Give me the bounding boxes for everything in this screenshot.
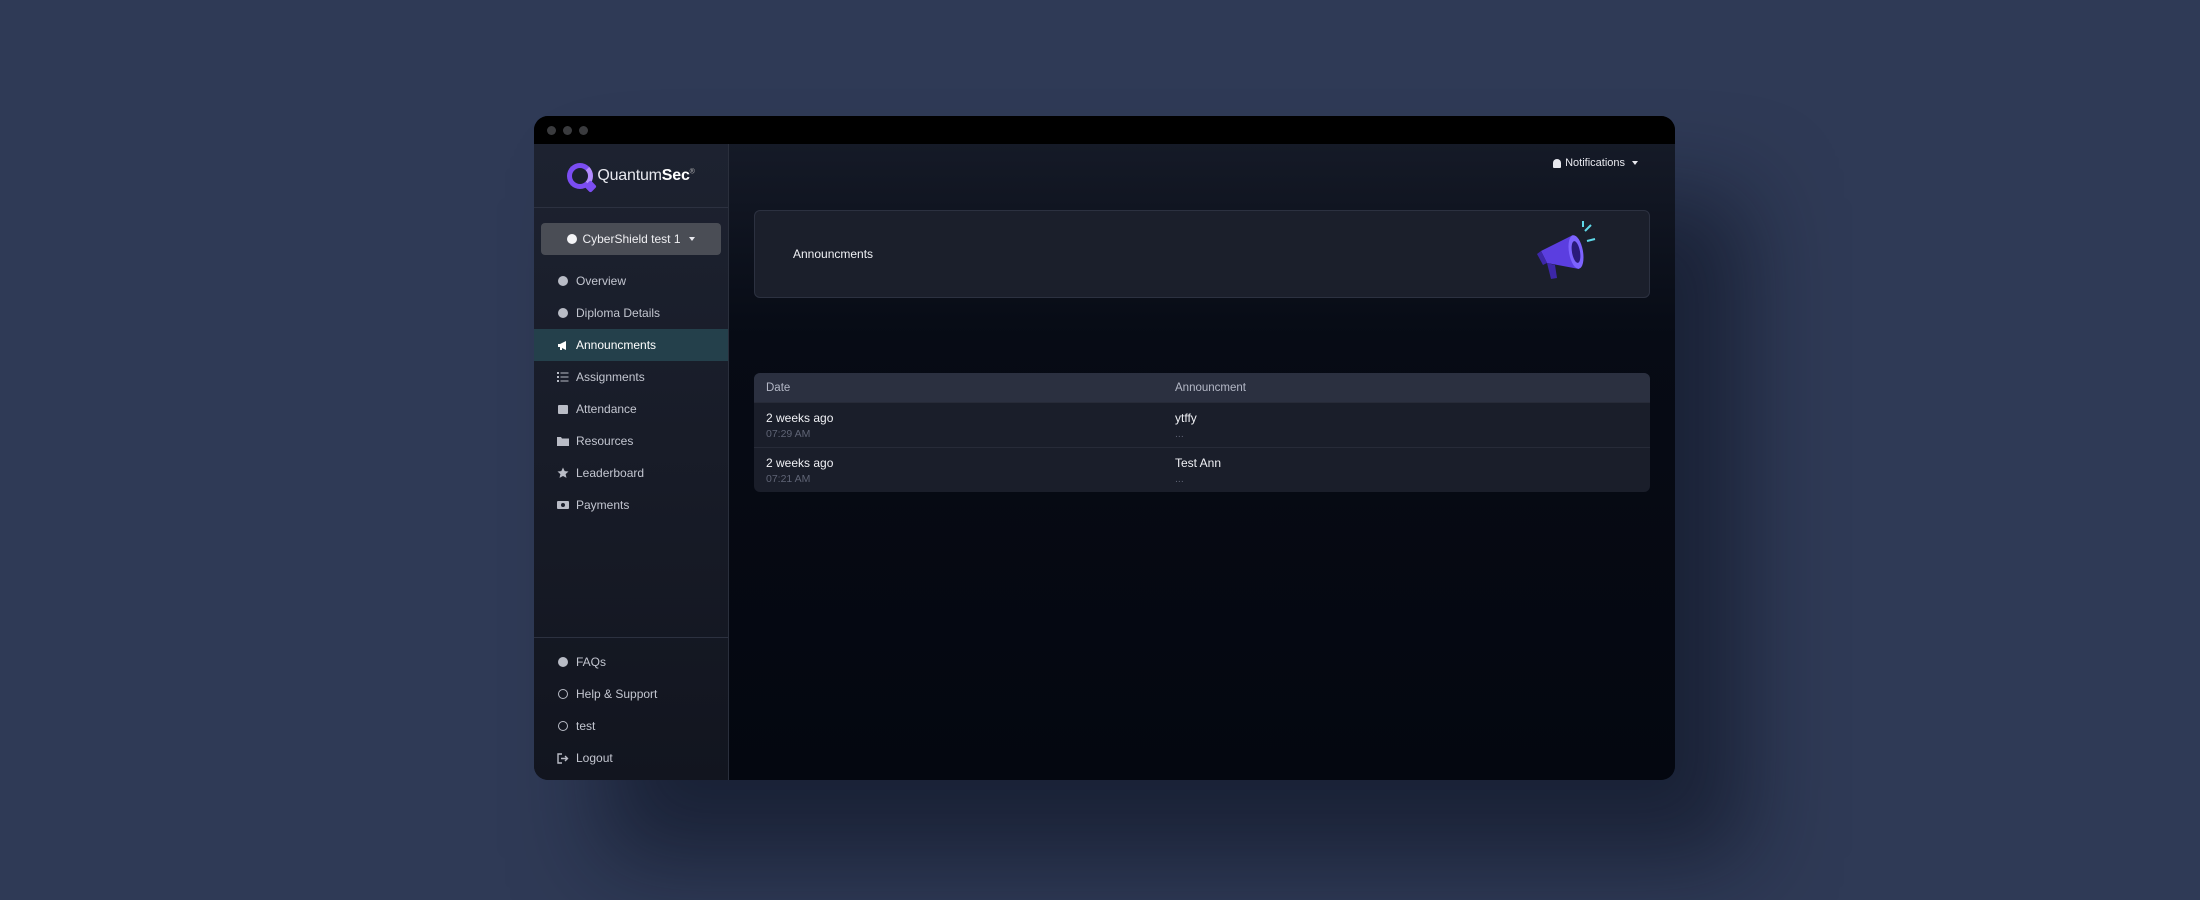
date-cell: 2 weeks ago 07:21 AM bbox=[754, 456, 1175, 485]
table-row[interactable]: 2 weeks ago 07:29 AM ytffy ... bbox=[754, 402, 1650, 447]
page-banner: Announcments bbox=[754, 210, 1650, 298]
sidebar: QuantumSec® CyberShield test 1 Overview … bbox=[534, 144, 729, 780]
column-header-date[interactable]: Date bbox=[754, 382, 1175, 394]
page-title: Announcments bbox=[793, 247, 874, 261]
announcment-title: Test Ann bbox=[1175, 455, 1222, 470]
sidebar-item-announcments[interactable]: Announcments bbox=[534, 329, 728, 361]
sidebar-item-label: Assignments bbox=[576, 370, 645, 384]
sidebar-item-logout[interactable]: Logout bbox=[534, 742, 728, 774]
sidebar-item-label: Diploma Details bbox=[576, 306, 661, 320]
sidebar-item-label: Payments bbox=[576, 498, 630, 512]
sidebar-item-help-support[interactable]: Help & Support bbox=[534, 678, 728, 710]
money-icon bbox=[557, 499, 569, 511]
window-close-dot[interactable] bbox=[547, 125, 556, 135]
column-header-announcment[interactable]: Announcment bbox=[1175, 382, 1650, 394]
table-header: Date Announcment bbox=[754, 373, 1650, 402]
sidebar-item-overview[interactable]: Overview bbox=[534, 265, 728, 297]
user-circle-icon bbox=[557, 720, 569, 732]
announcment-cell: ytffy ... bbox=[1175, 411, 1650, 440]
notifications-dropdown[interactable]: Notifications bbox=[1553, 157, 1638, 169]
sidebar-item-assignments[interactable]: Assignments bbox=[534, 361, 728, 393]
chevron-down-icon bbox=[1632, 161, 1638, 165]
folder-icon bbox=[557, 435, 569, 447]
logout-icon bbox=[557, 752, 569, 764]
window-maximize-dot[interactable] bbox=[579, 125, 588, 135]
sidebar-bottom-nav: FAQs Help & Support test Logout bbox=[534, 637, 728, 780]
star-icon bbox=[557, 467, 569, 479]
chevron-down-icon bbox=[688, 237, 695, 241]
sidebar-item-label: test bbox=[576, 719, 596, 733]
announcment-cell: Test Ann ... bbox=[1175, 456, 1650, 485]
course-selector-dropdown[interactable]: CyberShield test 1 bbox=[541, 223, 721, 255]
gauge-icon bbox=[557, 275, 569, 287]
sidebar-item-payments[interactable]: Payments bbox=[534, 489, 728, 521]
bell-icon bbox=[1553, 158, 1562, 168]
announcment-title: ytffy bbox=[1175, 410, 1197, 425]
megaphone-illustration bbox=[1537, 221, 1596, 279]
course-selector-label: CyberShield test 1 bbox=[582, 232, 681, 246]
sidebar-item-label: Attendance bbox=[576, 402, 637, 416]
list-icon bbox=[557, 371, 569, 383]
time: 07:21 AM bbox=[766, 472, 811, 485]
sidebar-item-resources[interactable]: Resources bbox=[534, 425, 728, 457]
headset-icon bbox=[557, 688, 569, 700]
sidebar-item-attendance[interactable]: Attendance bbox=[534, 393, 728, 425]
sidebar-item-label: Logout bbox=[576, 751, 613, 765]
window-minimize-dot[interactable] bbox=[563, 125, 572, 135]
sidebar-item-diploma-details[interactable]: Diploma Details bbox=[534, 297, 728, 329]
quantumsec-logo-icon bbox=[567, 162, 594, 189]
notifications-label: Notifications bbox=[1565, 157, 1625, 169]
sidebar-item-label: Resources bbox=[576, 434, 634, 448]
sidebar-item-label: Help & Support bbox=[576, 687, 658, 701]
sidebar-item-label: Overview bbox=[576, 274, 627, 288]
logo-text: QuantumSec® bbox=[597, 166, 695, 184]
info-icon bbox=[557, 307, 569, 319]
relative-date: 2 weeks ago bbox=[766, 410, 834, 425]
sidebar-item-faqs[interactable]: FAQs bbox=[534, 646, 728, 678]
time: 07:29 AM bbox=[766, 427, 811, 440]
announcment-detail: ... bbox=[1175, 472, 1184, 485]
sidebar-item-label: Announcments bbox=[576, 338, 657, 352]
announcment-detail: ... bbox=[1175, 427, 1184, 440]
course-circle-icon bbox=[567, 234, 578, 244]
date-cell: 2 weeks ago 07:29 AM bbox=[754, 411, 1175, 440]
bullhorn-icon bbox=[557, 339, 569, 351]
relative-date: 2 weeks ago bbox=[766, 455, 834, 470]
window-titlebar bbox=[534, 116, 1675, 144]
sidebar-item-label: Leaderboard bbox=[576, 466, 645, 480]
sidebar-item-label: FAQs bbox=[576, 655, 607, 669]
sidebar-item-leaderboard[interactable]: Leaderboard bbox=[534, 457, 728, 489]
app-window: QuantumSec® CyberShield test 1 Overview … bbox=[534, 116, 1675, 780]
table-row[interactable]: 2 weeks ago 07:21 AM Test Ann ... bbox=[754, 447, 1650, 492]
announcements-table: Date Announcment 2 weeks ago 07:29 AM yt… bbox=[754, 373, 1650, 492]
calendar-icon bbox=[557, 403, 569, 415]
question-icon bbox=[557, 656, 569, 668]
main-content: Notifications Announcments Date Announcm bbox=[729, 144, 1675, 780]
sidebar-item-profile[interactable]: test bbox=[534, 710, 728, 742]
logo[interactable]: QuantumSec® bbox=[534, 144, 728, 208]
